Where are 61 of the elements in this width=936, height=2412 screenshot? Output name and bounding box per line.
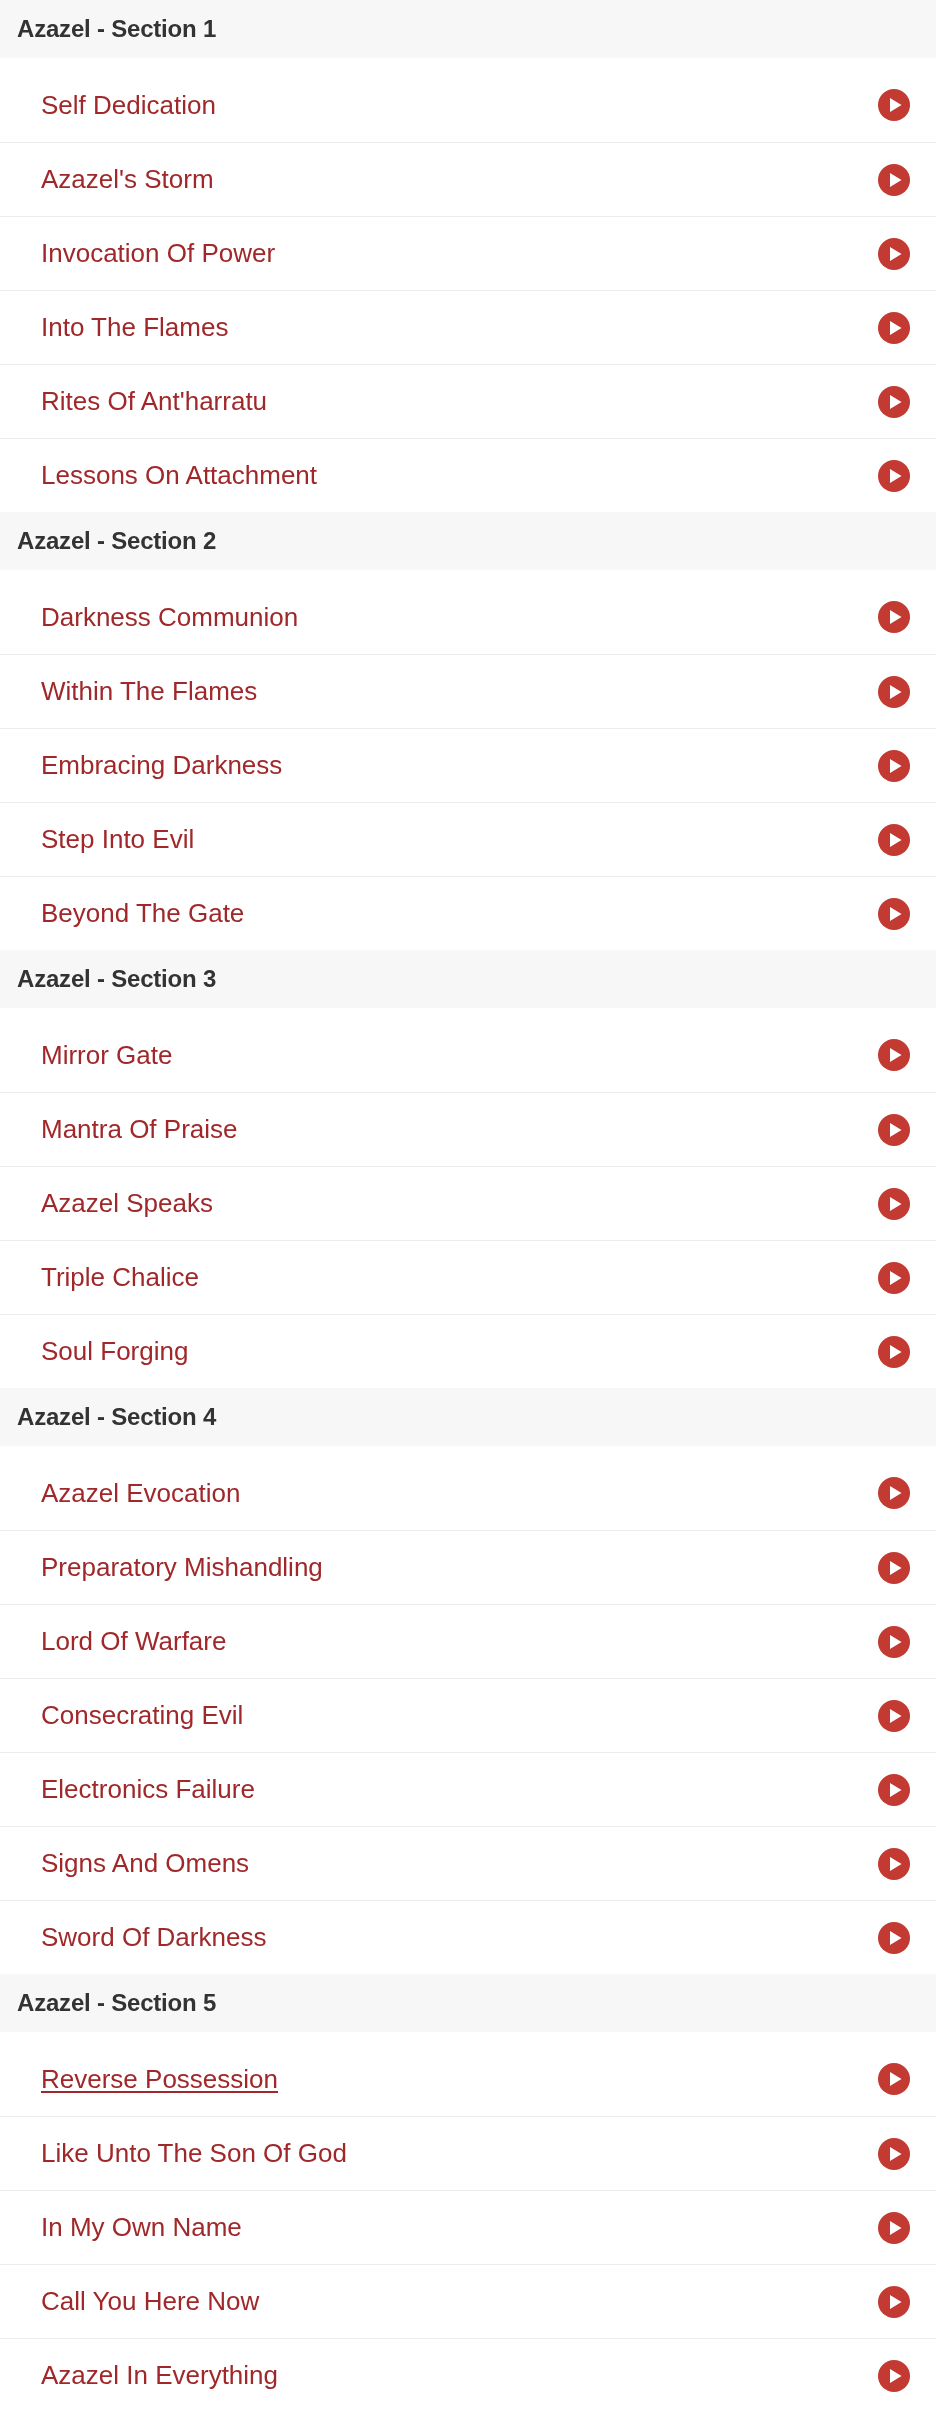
track-link[interactable]: Sword Of Darkness [41, 1922, 267, 1953]
section-header: Azazel - Section 5 [0, 1974, 936, 2032]
play-icon[interactable] [878, 1335, 910, 1368]
section-header: Azazel - Section 4 [0, 1388, 936, 1446]
track-link[interactable]: Beyond The Gate [41, 898, 245, 929]
play-icon[interactable] [878, 1773, 910, 1806]
track-link[interactable]: Azazel Evocation [41, 1477, 241, 1509]
play-icon[interactable] [878, 1551, 910, 1584]
play-icon[interactable] [878, 2137, 910, 2170]
track-link[interactable]: Rites Of Ant'harratu [41, 386, 268, 417]
track-link[interactable]: Soul Forging [41, 1336, 189, 1367]
track-link[interactable]: Call You Here Now [41, 2286, 260, 2317]
track-link[interactable]: Signs And Omens [41, 1848, 250, 1879]
play-icon[interactable] [878, 2285, 910, 2318]
track-link[interactable]: Invocation Of Power [41, 238, 276, 269]
play-icon[interactable] [878, 823, 910, 856]
track-link[interactable]: Into The Flames [41, 312, 229, 343]
track-link[interactable]: Reverse Possession [41, 2063, 278, 2095]
play-icon[interactable] [878, 311, 910, 344]
play-icon[interactable] [878, 2211, 910, 2244]
play-icon[interactable] [878, 385, 910, 418]
track-link[interactable]: Darkness Communion [41, 601, 299, 633]
track-link[interactable]: Mirror Gate [41, 1039, 173, 1071]
track-link[interactable]: Preparatory Mishandling [41, 1552, 323, 1583]
section-header: Azazel - Section 1 [0, 0, 936, 58]
play-icon[interactable] [878, 2359, 910, 2392]
play-icon[interactable] [878, 2063, 910, 2095]
play-icon[interactable] [878, 1039, 910, 1071]
track-link[interactable]: Azazel's Storm [41, 164, 214, 195]
play-icon[interactable] [878, 675, 910, 708]
play-icon[interactable] [878, 89, 910, 121]
play-icon[interactable] [878, 237, 910, 270]
play-icon[interactable] [878, 1847, 910, 1880]
section-header: Azazel - Section 2 [0, 512, 936, 570]
play-icon[interactable] [878, 163, 910, 196]
track-link[interactable]: Self Dedication [41, 89, 216, 121]
play-icon[interactable] [878, 1113, 910, 1146]
play-icon[interactable] [878, 601, 910, 633]
track-link[interactable]: Mantra Of Praise [41, 1114, 238, 1145]
track-link[interactable]: Embracing Darkness [41, 750, 283, 781]
play-icon[interactable] [878, 1261, 910, 1294]
track-link[interactable]: Like Unto The Son Of God [41, 2138, 347, 2169]
play-icon[interactable] [878, 1921, 910, 1954]
section-header: Azazel - Section 3 [0, 950, 936, 1008]
play-icon[interactable] [878, 459, 910, 492]
play-icon[interactable] [878, 1699, 910, 1732]
track-link[interactable]: Azazel In Everything [41, 2360, 278, 2391]
track-link[interactable]: Lord Of Warfare [41, 1626, 227, 1657]
track-link[interactable]: Consecrating Evil [41, 1700, 244, 1731]
track-link[interactable]: Within The Flames [41, 676, 258, 707]
track-link[interactable]: Triple Chalice [41, 1262, 199, 1293]
play-icon[interactable] [878, 1625, 910, 1658]
play-icon[interactable] [878, 1187, 910, 1220]
play-icon[interactable] [878, 897, 910, 930]
play-icon[interactable] [878, 1477, 910, 1509]
track-link[interactable]: Electronics Failure [41, 1774, 255, 1805]
play-icon[interactable] [878, 749, 910, 782]
track-link[interactable]: Lessons On Attachment [41, 460, 318, 491]
track-link[interactable]: Step Into Evil [41, 824, 195, 855]
track-link[interactable]: Azazel Speaks [41, 1188, 213, 1219]
track-link[interactable]: In My Own Name [41, 2212, 242, 2243]
